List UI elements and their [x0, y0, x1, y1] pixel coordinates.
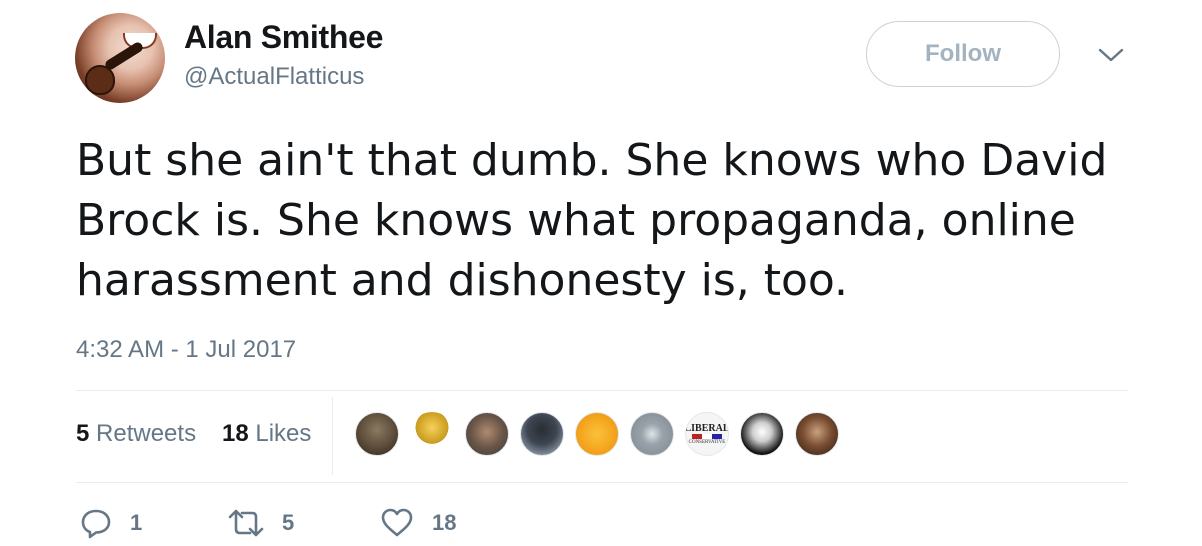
like-action[interactable]: 18	[380, 505, 456, 541]
chevron-down-icon[interactable]	[1097, 45, 1125, 65]
reply-action[interactable]: 1	[80, 505, 142, 541]
tweet-header: Alan Smithee @ActualFlatticus Follow	[75, 13, 1135, 105]
tweet-timestamp[interactable]: 4:32 AM - 1 Jul 2017	[76, 336, 296, 364]
retweet-icon	[228, 509, 264, 537]
retweet-action[interactable]: 5	[228, 505, 294, 541]
likes-label: Likes	[255, 420, 312, 447]
divider-top	[76, 390, 1128, 391]
avatar-pipe-bowl-shape	[85, 65, 115, 95]
author-handle[interactable]: @ActualFlatticus	[184, 63, 364, 91]
like-count: 18	[432, 510, 457, 535]
likes-count: 18	[222, 420, 249, 447]
liker-avatar-7-bottom-text: CONSERVATIVE	[688, 439, 726, 445]
tweet-text: But she ain't that dumb. She knows who D…	[76, 135, 1108, 306]
avatar-pipe-stem-shape	[103, 40, 145, 72]
liker-avatar-2[interactable]	[410, 412, 454, 456]
liker-avatar-6[interactable]	[630, 412, 674, 456]
reply-count: 1	[130, 510, 143, 535]
follow-button[interactable]: Follow	[866, 21, 1060, 87]
liker-avatar-9[interactable]	[795, 412, 839, 456]
stats-separator	[332, 397, 333, 475]
liker-avatar-4[interactable]	[520, 412, 564, 456]
likes-stat[interactable]: 18 Likes	[222, 420, 311, 448]
author-name[interactable]: Alan Smithee	[184, 19, 383, 56]
divider-bottom	[76, 482, 1128, 483]
heart-icon	[381, 508, 413, 537]
liker-avatar-5[interactable]	[575, 412, 619, 456]
liker-avatar-7[interactable]: LIBERAL CONSERVATIVE	[685, 412, 729, 456]
reply-icon	[81, 509, 111, 539]
tweet-actions: 1 5 18	[76, 505, 576, 545]
liker-avatar-3[interactable]	[465, 412, 509, 456]
retweets-label: Retweets	[96, 420, 197, 447]
author-avatar[interactable]	[75, 13, 165, 103]
liker-avatar-8[interactable]	[740, 412, 784, 456]
retweets-stat[interactable]: 5 Retweets	[76, 420, 196, 448]
liker-avatar-1[interactable]	[355, 412, 399, 456]
liker-avatar-7-top-text: LIBERAL	[685, 422, 729, 434]
retweet-count: 5	[282, 510, 295, 535]
retweets-count: 5	[76, 420, 90, 447]
